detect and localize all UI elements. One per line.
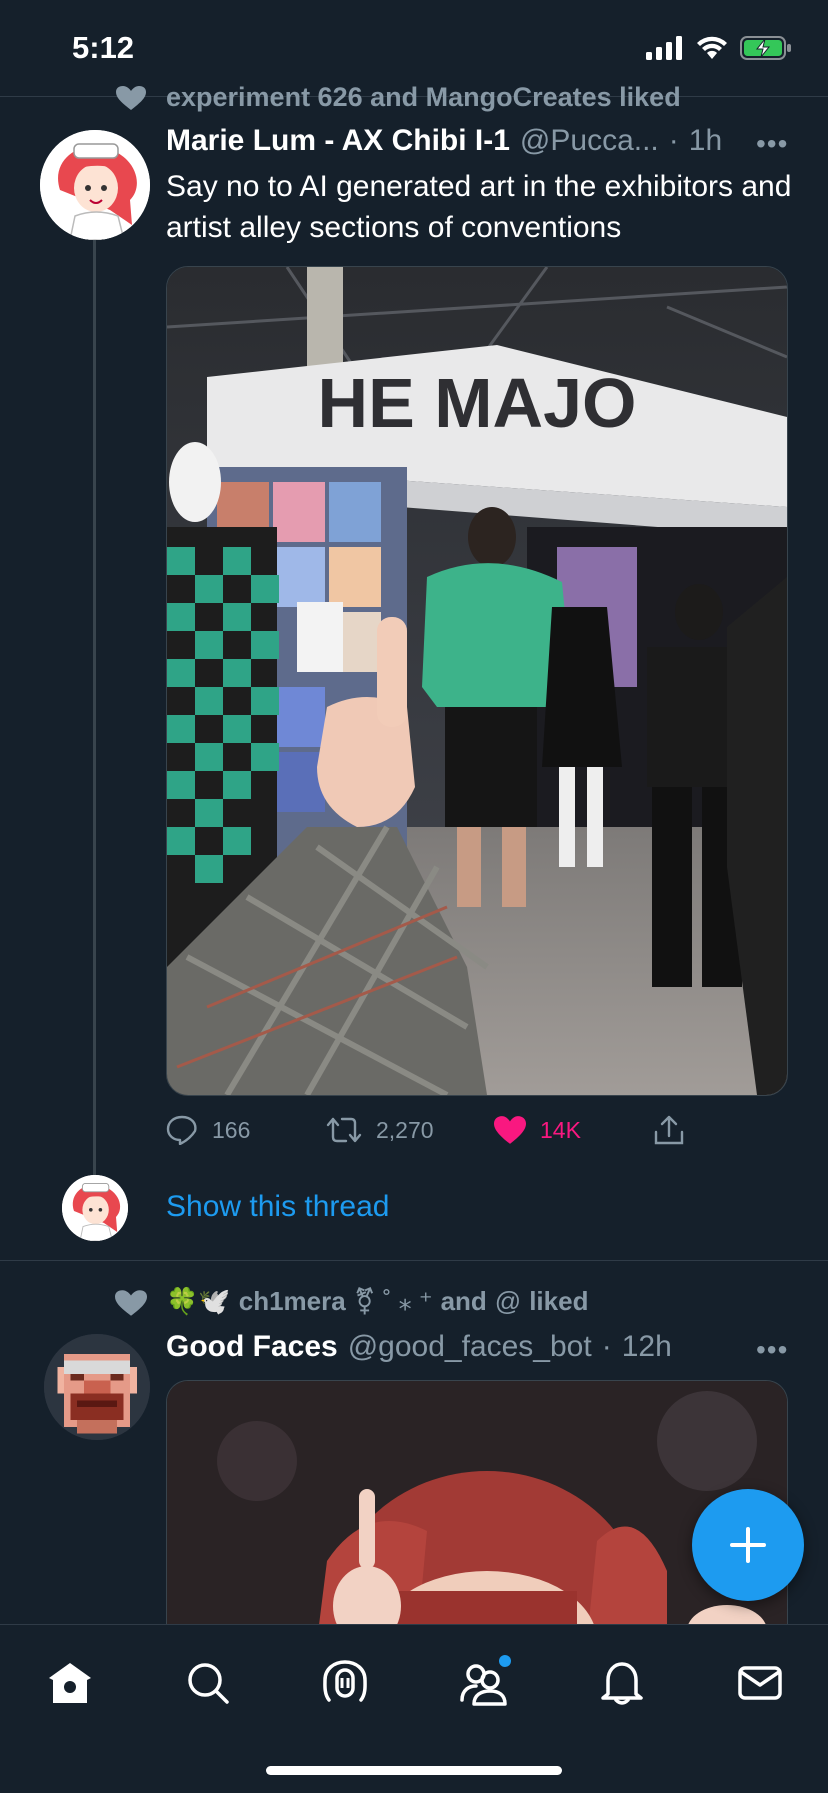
author-display-name[interactable]: Marie Lum - AX Chibi I-1: [166, 124, 510, 158]
spaces-icon: [323, 1660, 367, 1702]
home-icon: [49, 1663, 91, 1703]
like-count: 14K: [540, 1116, 581, 1143]
context-user-name: ch1mera: [238, 1286, 346, 1316]
reply-button[interactable]: 166: [166, 1115, 326, 1145]
home-indicator: [266, 1766, 562, 1775]
share-icon: [654, 1115, 684, 1145]
share-button[interactable]: [654, 1114, 684, 1146]
separator-dot: ·: [601, 1330, 612, 1363]
liked-heart-icon: [116, 86, 146, 110]
tweet-header: Good Faces @good_faces_bot · 12h: [166, 1330, 672, 1364]
author-handle[interactable]: @Pucca...: [520, 124, 659, 158]
retweet-button[interactable]: 2,270: [326, 1115, 494, 1145]
author-avatar[interactable]: [40, 130, 150, 240]
thread-avatar[interactable]: [62, 1175, 128, 1241]
retweet-icon: [326, 1117, 362, 1143]
tab-search[interactable]: [180, 1655, 236, 1711]
tweet-header: Marie Lum - AX Chibi I-1 @Pucca... · 1h: [166, 124, 722, 158]
tab-communities[interactable]: [455, 1655, 511, 1711]
tweet-media-photo[interactable]: [166, 1380, 788, 1641]
tweet-text: Say no to AI generated art in the exhibi…: [166, 170, 792, 244]
author-handle[interactable]: @good_faces_bot: [348, 1330, 592, 1364]
tweet-social-context: 🍀🕊️ ch1mera ⚧ ˚ ⁎ ⁺ and @ liked: [166, 1286, 588, 1317]
tab-home[interactable]: [42, 1655, 98, 1711]
tab-messages[interactable]: [732, 1655, 788, 1711]
signal-icon: [646, 36, 682, 60]
booth-sign-text: HE MAJO: [318, 364, 637, 442]
like-button[interactable]: 14K: [494, 1116, 654, 1144]
compose-tweet-button[interactable]: [692, 1489, 804, 1601]
tab-notifications[interactable]: [594, 1655, 650, 1711]
tweet-divider: [0, 1260, 828, 1261]
heart-filled-icon: [494, 1116, 526, 1144]
tweet-actions: 166 2,270 14K: [166, 1114, 686, 1146]
plus-icon: [730, 1527, 766, 1563]
context-liked: liked: [529, 1286, 589, 1316]
notifications-icon: [601, 1662, 643, 1705]
status-time: 5:12: [72, 30, 135, 65]
messages-icon: [738, 1666, 782, 1700]
liked-heart-icon: [115, 1290, 147, 1316]
status-icons: [646, 34, 792, 62]
show-thread-link[interactable]: Show this thread: [166, 1190, 389, 1224]
reply-icon: [166, 1115, 197, 1145]
context-spiral: @: [494, 1286, 522, 1316]
wifi-icon: [697, 36, 727, 59]
author-display-name[interactable]: Good Faces: [166, 1330, 338, 1364]
retweet-count: 2,270: [376, 1116, 434, 1143]
tweet-timestamp[interactable]: 1h: [689, 124, 722, 158]
communities-icon: [460, 1664, 507, 1706]
more-options-icon[interactable]: •••: [756, 1334, 788, 1366]
notification-dot: [499, 1655, 511, 1667]
reply-count: 166: [212, 1116, 251, 1143]
author-avatar[interactable]: [44, 1334, 150, 1440]
more-options-icon[interactable]: •••: [756, 128, 788, 160]
context-symbols: ⚧ ˚ ⁎ ⁺: [353, 1286, 433, 1316]
search-icon: [188, 1663, 229, 1704]
separator-dot: ·: [668, 124, 679, 157]
tweet-social-context: experiment 626 and MangoCreates liked: [166, 82, 681, 112]
context-and: and: [440, 1286, 487, 1316]
tab-spaces[interactable]: [317, 1655, 373, 1711]
tweet-media-photo[interactable]: HE MAJO: [166, 266, 788, 1096]
battery-charging-icon: [740, 36, 791, 60]
tweet-timestamp[interactable]: 12h: [622, 1330, 672, 1364]
thread-line: [93, 240, 96, 1176]
context-emoji: 🍀🕊️: [166, 1286, 231, 1316]
